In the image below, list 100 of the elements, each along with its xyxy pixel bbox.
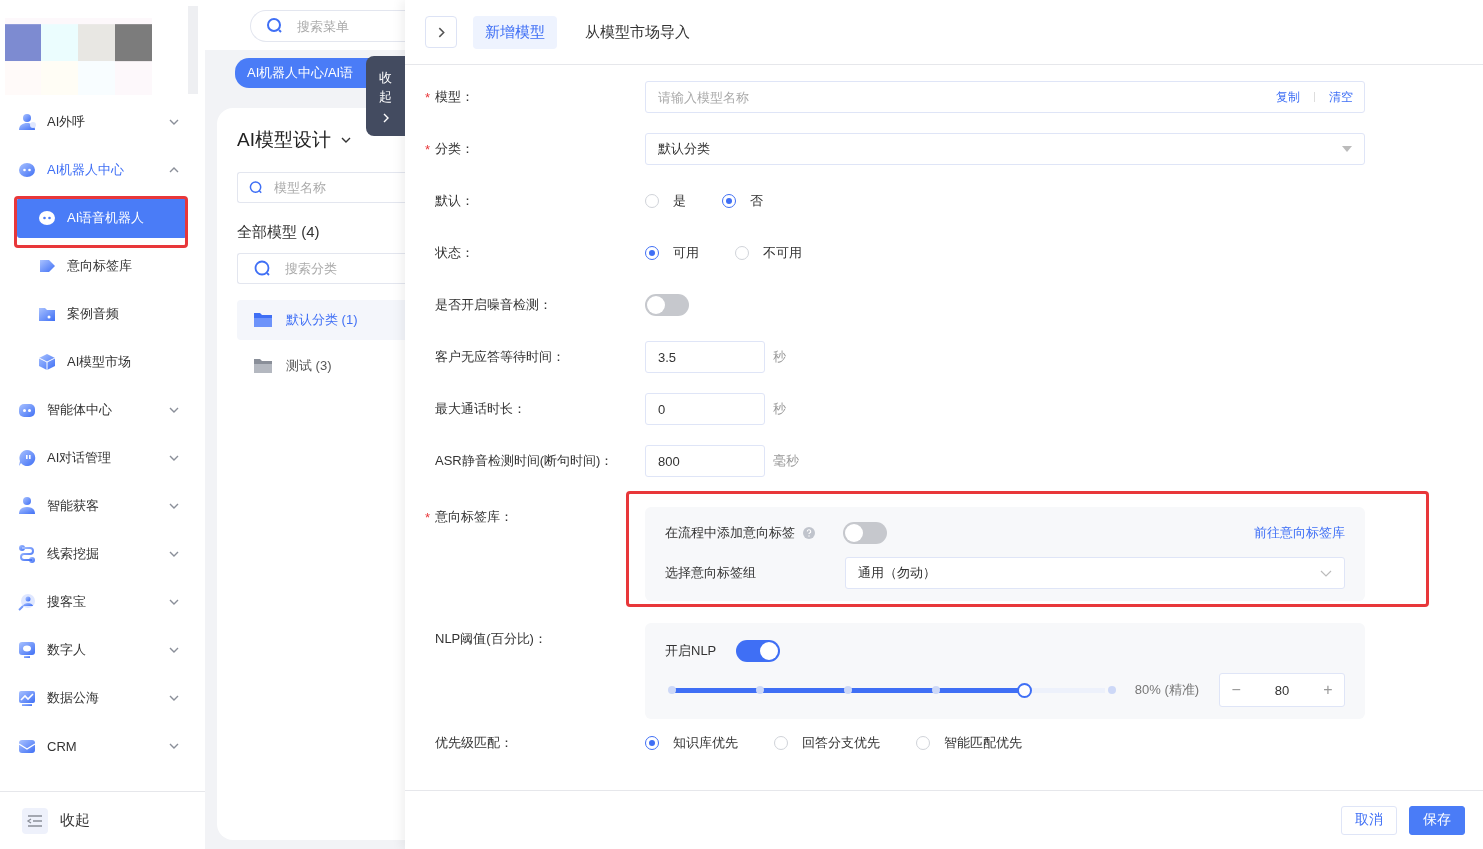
chevron-right-icon [382, 112, 389, 123]
chevron-down-icon [169, 503, 179, 509]
chevron-down-icon [169, 695, 179, 701]
category-item[interactable]: 测试 (3) [237, 346, 405, 386]
intent-library-link[interactable]: 前往意向标签库 [1254, 524, 1345, 542]
slider-step-dot[interactable] [1108, 686, 1116, 694]
folder-icon [254, 313, 272, 327]
menu-search-field[interactable]: 搜索菜单 [250, 10, 405, 42]
chevron-down-icon [169, 647, 179, 653]
collapse-label[interactable]: 收起 [60, 811, 90, 830]
cube-icon [37, 352, 57, 372]
chevron-down-icon [169, 743, 179, 749]
magnifier-icon [17, 592, 37, 612]
submenu-item[interactable]: 意向标签库 [17, 246, 187, 286]
model-search-field[interactable]: 模型名称 [237, 172, 405, 203]
tab[interactable]: 从模型市场导入 [573, 15, 702, 49]
menu-item[interactable]: AI外呼 [0, 98, 205, 146]
panel-title[interactable]: AI模型设计 [237, 127, 331, 153]
radio-option[interactable]: 否 [722, 192, 763, 210]
menu-item[interactable]: 搜客宝 [0, 578, 205, 626]
caret-down-icon [1342, 146, 1352, 152]
menu-item[interactable]: CRM [0, 722, 205, 770]
chevron-down-icon [169, 551, 179, 557]
unit-label: 秒 [773, 348, 786, 366]
submenu-item[interactable]: 案例音频 [17, 294, 187, 334]
slider-thumb[interactable] [1017, 682, 1032, 698]
chevron-down-icon [169, 119, 179, 125]
field-action-link[interactable]: 复制 [1276, 88, 1300, 106]
save-button[interactable]: 保存 [1409, 805, 1465, 835]
required-mark: * [425, 509, 431, 525]
slider-step-dot[interactable] [668, 686, 676, 694]
chevron-right-icon [437, 26, 445, 38]
menu-item[interactable]: 线索挖掘 [0, 530, 205, 578]
toggle-switch[interactable] [645, 294, 689, 316]
all-models-heading: 全部模型 (4) [237, 223, 321, 242]
chevron-down-icon [169, 455, 179, 461]
slider-reading: 80% (精准) [1134, 681, 1200, 699]
submenu-item[interactable]: AI语音机器人 [17, 198, 187, 238]
radio-option[interactable]: 不可用 [735, 244, 802, 262]
unit-label: 毫秒 [773, 452, 799, 470]
field-label: 客户无应答等待时间： [435, 348, 565, 366]
chevron-down-icon [169, 599, 179, 605]
required-mark: * [425, 141, 431, 157]
help-icon [803, 527, 815, 539]
number-field[interactable]: 800 [645, 445, 765, 477]
field-label: ASR静音检测时间(断句时间)： [435, 452, 614, 470]
field-action-link[interactable]: 清空 [1329, 88, 1353, 106]
menu-item[interactable]: 智能获客 [0, 482, 205, 530]
chat-bubble-icon [17, 448, 37, 468]
option-label: 选择意向标签组 [665, 564, 757, 582]
field-label: 状态： [435, 244, 474, 262]
field-label: 是否开启噪音检测： [435, 296, 552, 314]
field-label: NLP阈值(百分比)： [435, 630, 547, 648]
menu-item[interactable]: 数字人 [0, 626, 205, 674]
number-field[interactable]: 3.5 [645, 341, 765, 373]
chat-bubble-icon [17, 160, 37, 180]
chevron-down-icon [1320, 569, 1332, 577]
menu-item[interactable]: 智能体中心 [0, 386, 205, 434]
chevron-down-icon [169, 407, 179, 413]
submenu-item[interactable]: AI模型市场 [17, 342, 187, 382]
field-label: 分类： [435, 140, 474, 158]
search-icon [249, 180, 264, 195]
number-field[interactable]: 0 [645, 393, 765, 425]
radio-option[interactable]: 可用 [645, 244, 699, 262]
toggle-switch[interactable] [736, 640, 781, 662]
chat-bubble-icon [37, 208, 57, 228]
slider-step-dot[interactable] [844, 686, 852, 694]
search-icon [266, 17, 284, 35]
field-label: 最大通话时长： [435, 400, 526, 418]
radio-option[interactable]: 是 [645, 192, 686, 210]
expand-button[interactable] [425, 16, 457, 48]
menu-item[interactable]: 数据公海 [0, 674, 205, 722]
route-icon [17, 544, 37, 564]
person-icon [17, 496, 37, 516]
field-label: 默认： [435, 192, 474, 210]
toggle-switch[interactable] [843, 522, 887, 544]
category-select[interactable]: 默认分类 [645, 133, 1365, 165]
category-search-field[interactable]: 搜索分类 [237, 253, 405, 284]
slider-step-dot[interactable] [932, 686, 940, 694]
tag-group-select[interactable]: 通用（勿动） [845, 557, 1345, 589]
people-icon [17, 112, 37, 132]
search-icon [254, 259, 272, 278]
collapse-menu-icon[interactable] [22, 807, 48, 834]
monitor-icon [17, 640, 37, 660]
required-mark: * [425, 89, 431, 105]
option-label: 在流程中添加意向标签 [665, 524, 795, 542]
cancel-button[interactable]: 取消 [1341, 805, 1397, 835]
radio-option[interactable]: 知识库优先 [645, 734, 738, 752]
option-label: 开启NLP [665, 642, 717, 660]
category-item[interactable]: 默认分类 (1) [237, 300, 405, 340]
menu-item[interactable]: AI机器人中心 [0, 146, 205, 194]
chevron-down-icon[interactable] [340, 137, 351, 143]
radio-option[interactable]: 智能匹配优先 [916, 734, 1022, 752]
menu-item[interactable]: AI对话管理 [0, 434, 205, 482]
tab[interactable]: 新增模型 [473, 15, 557, 49]
field-label: 优先级匹配： [435, 734, 513, 752]
field-label: 模型： [435, 88, 474, 106]
radio-option[interactable]: 回答分支优先 [774, 734, 880, 752]
chart-monitor-icon [17, 688, 37, 708]
slider-step-dot[interactable] [756, 686, 764, 694]
